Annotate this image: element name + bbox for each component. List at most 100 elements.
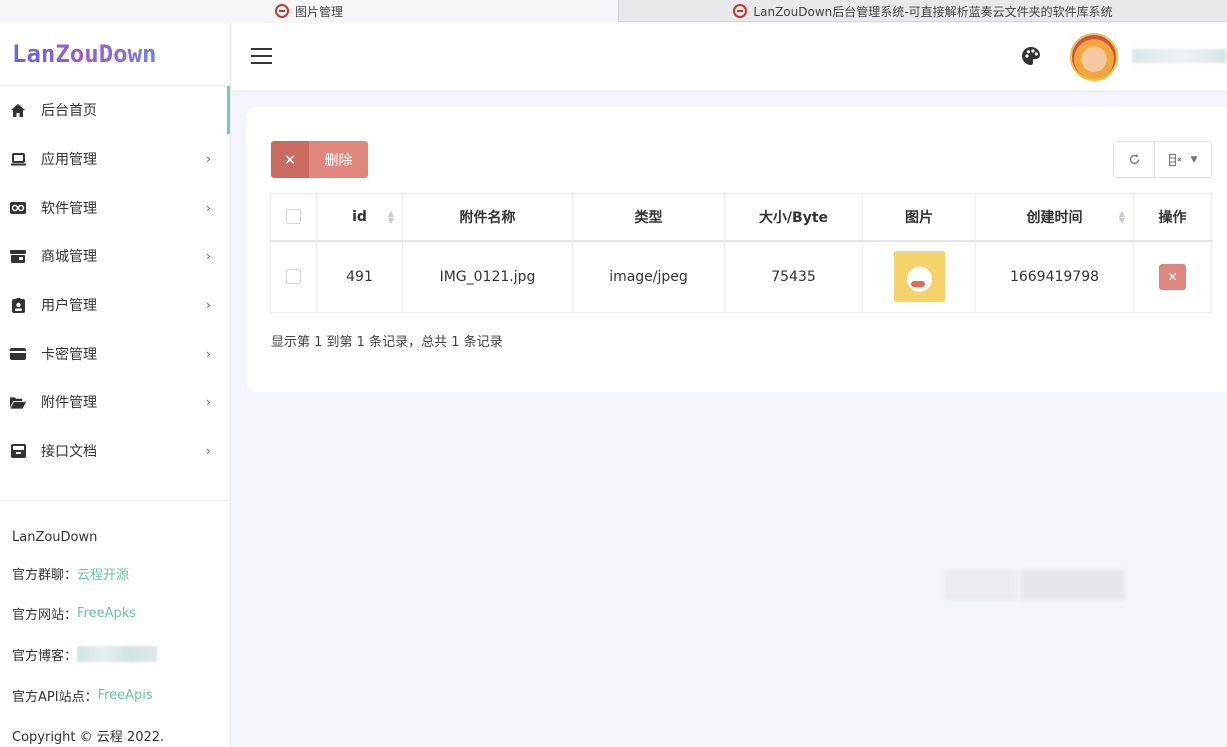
cell-image: [862, 240, 976, 313]
table-row: 491 IMG_0121.jpg image/jpeg 75435 166941…: [270, 240, 1212, 313]
delete-button[interactable]: ✕ 删除: [271, 141, 368, 178]
columns-toggle-button[interactable]: ▼: [1155, 142, 1211, 177]
browser-tab-title: 图片管理: [294, 4, 343, 19]
browser-tab-title: LanZouDown后台管理系统-可直接解析蓝奏云文件夹的软件库系统: [753, 4, 1113, 19]
close-icon: ✕: [271, 141, 309, 178]
refresh-button[interactable]: [1114, 142, 1155, 177]
browser-tab-active[interactable]: 图片管理: [0, 0, 619, 22]
footer-api: 官方API站点： FreeApis: [12, 675, 230, 716]
sort-icon: ▲ ▼: [387, 209, 394, 225]
sidebar-item-store[interactable]: 商城管理 ›: [0, 232, 230, 281]
top-header: [232, 23, 1227, 92]
sidebar-menu: 后台首页 应用管理 › 软件管理 › 商城管理 › 用户管理 › 卡密管理 › …: [0, 86, 230, 476]
row-delete-button[interactable]: ✕: [1159, 263, 1186, 290]
browser-tab-other[interactable]: LanZouDown后台管理系统-可直接解析蓝奏云文件夹的软件库系统: [619, 0, 1227, 22]
sidebar-item-home[interactable]: 后台首页: [0, 86, 230, 135]
sidebar-item-users[interactable]: 用户管理 ›: [0, 281, 230, 330]
hamburger-icon[interactable]: [251, 48, 272, 64]
footer-blog-link-redacted[interactable]: [77, 646, 158, 663]
cell-actions: ✕: [1133, 240, 1212, 313]
laptop-icon: [10, 151, 26, 167]
site-favicon-icon: [274, 4, 289, 18]
sidebar-item-label: 卡密管理: [41, 346, 97, 363]
refresh-icon: [1129, 154, 1139, 165]
chevron-right-icon: ›: [206, 200, 211, 215]
palette-icon[interactable]: [1022, 47, 1042, 67]
id-badge-icon: [10, 297, 26, 313]
sidebar-item-api-docs[interactable]: 接口文档 ›: [0, 427, 230, 476]
footer-site-link[interactable]: FreeApks: [77, 606, 136, 621]
sidebar-item-label: 接口文档: [41, 444, 97, 461]
select-all-checkbox[interactable]: [286, 209, 301, 225]
footer-group-link[interactable]: 云程开源: [77, 564, 129, 583]
chevron-right-icon: ›: [206, 298, 211, 313]
sidebar-item-cards[interactable]: 卡密管理 ›: [0, 329, 230, 378]
footer-site: 官方网站： FreeApks: [12, 594, 230, 635]
watermark-redacted: [945, 570, 1125, 600]
sidebar-footer: LanZouDown 官方群聊： 云程开源 官方网站： FreeApks 官方博…: [0, 500, 230, 747]
chevron-right-icon: ›: [206, 395, 211, 410]
column-header-size: 大小/Byte: [724, 193, 863, 242]
delete-button-label: 删除: [309, 141, 368, 178]
sidebar-item-label: 后台首页: [41, 103, 97, 120]
column-header-actions: 操作: [1133, 193, 1212, 242]
footer-blog: 官方博客：: [12, 634, 230, 675]
column-header-type: 类型: [572, 193, 725, 242]
chevron-right-icon: ›: [206, 249, 211, 264]
cell-created: 1669419798: [975, 240, 1134, 313]
select-all-cell: [270, 193, 317, 242]
cell-id: 491: [316, 240, 403, 313]
sidebar-item-label: 附件管理: [41, 395, 97, 412]
attachment-thumbnail[interactable]: [893, 251, 945, 303]
inbox-icon: [10, 443, 26, 459]
sort-icon: ▲ ▼: [1118, 209, 1125, 225]
content-card: ✕ 删除 ▼ id ▲ ▼ 附件名称 类型 大小/Byte 图片 创建时间 ▲ ▼ 操作: [246, 107, 1227, 392]
footer-copyright: Copyright © 云程 2022.: [12, 730, 165, 746]
sidebar-item-label: 应用管理: [41, 152, 97, 169]
column-header-image: 图片: [862, 193, 976, 242]
footer-blog-label: 官方博客：: [12, 648, 78, 664]
site-favicon-icon: [733, 4, 748, 18]
footer-api-link[interactable]: FreeApis: [98, 688, 153, 703]
sidebar-item-label: 商城管理: [41, 249, 97, 266]
footer-group-label: 官方群聊：: [12, 567, 78, 583]
cell-name: IMG_0121.jpg: [402, 240, 573, 313]
logo[interactable]: LanZouDown: [0, 23, 230, 86]
chevron-right-icon: ›: [206, 346, 211, 361]
browser-tab-strip: 图片管理 LanZouDown后台管理系统-可直接解析蓝奏云文件夹的软件库系统: [0, 0, 1227, 22]
column-header-id[interactable]: id ▲ ▼: [316, 193, 403, 242]
sidebar-item-apps[interactable]: 应用管理 ›: [0, 135, 230, 184]
footer-group: 官方群聊： 云程开源: [12, 553, 230, 594]
footer-brand: LanZouDown: [12, 529, 98, 545]
caret-down-icon: ▼: [1190, 154, 1198, 165]
table-header-row: id ▲ ▼ 附件名称 类型 大小/Byte 图片 创建时间 ▲ ▼ 操作: [270, 193, 1212, 242]
sidebar-item-label: 用户管理: [41, 298, 97, 315]
columns-icon: [1168, 153, 1181, 166]
pagination-info: 显示第 1 到第 1 条记录，总共 1 条记录: [271, 335, 503, 350]
column-header-created[interactable]: 创建时间 ▲ ▼: [975, 193, 1134, 242]
chevron-right-icon: ›: [206, 152, 211, 167]
chevron-right-icon: ›: [206, 444, 211, 459]
cell-type: image/jpeg: [572, 240, 725, 313]
close-icon: ✕: [1167, 269, 1178, 284]
user-avatar[interactable]: [1070, 33, 1118, 81]
sidebar-item-software[interactable]: 软件管理 ›: [0, 183, 230, 232]
credit-card-icon: [10, 346, 26, 362]
attachments-table: id ▲ ▼ 附件名称 类型 大小/Byte 图片 创建时间 ▲ ▼ 操作 491 IM…: [270, 193, 1212, 313]
folder-open-icon: [10, 394, 26, 410]
store-icon: [10, 248, 26, 264]
logo-text: LanZouDown: [12, 40, 157, 68]
row-select-cell: [270, 240, 317, 313]
home-icon: [10, 102, 26, 118]
table-tools: ▼: [1113, 141, 1212, 178]
user-name-redacted[interactable]: [1132, 49, 1227, 63]
column-header-name: 附件名称: [402, 193, 573, 242]
footer-api-label: 官方API站点：: [12, 689, 98, 705]
sidebar: LanZouDown 后台首页 应用管理 › 软件管理 › 商城管理 › 用户管…: [0, 23, 231, 747]
footer-site-label: 官方网站：: [12, 608, 78, 624]
cell-size: 75435: [724, 240, 863, 313]
infinity-icon: [10, 200, 26, 216]
row-checkbox[interactable]: [286, 269, 301, 285]
sidebar-item-label: 软件管理: [41, 200, 97, 217]
sidebar-item-attachments[interactable]: 附件管理 ›: [0, 378, 230, 427]
